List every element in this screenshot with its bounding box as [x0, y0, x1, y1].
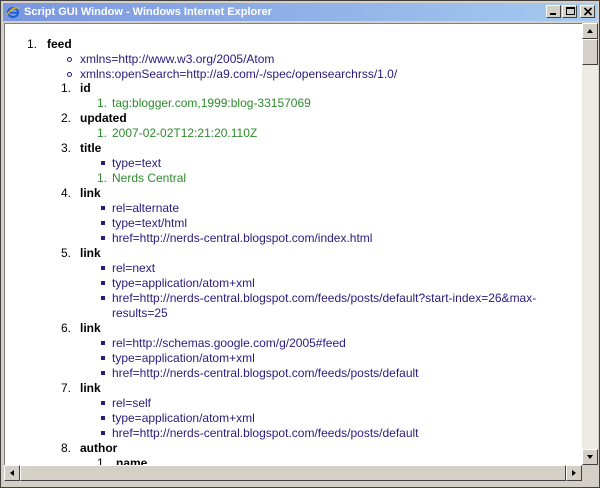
square-bullet-icon [101, 416, 105, 420]
element-name: author [80, 441, 118, 455]
horizontal-scroll-thumb[interactable] [20, 465, 566, 481]
title-bar[interactable]: Script GUI Window - Windows Internet Exp… [3, 3, 597, 21]
attribute: rel=http://schemas.google.com/g/2005#fee… [112, 336, 346, 350]
close-icon [583, 7, 593, 16]
list-number: 1. [96, 126, 107, 140]
attribute: type=application/atom+xml [112, 276, 255, 290]
square-bullet-icon [101, 401, 105, 405]
square-bullet-icon [101, 296, 105, 300]
attribute: type=application/atom+xml [112, 411, 255, 425]
list-number: 5. [60, 246, 71, 260]
vertical-scroll-thumb[interactable] [582, 39, 598, 65]
element-name: feed [47, 37, 72, 51]
text-value: 2007-02-02T12:21:20.110Z [112, 126, 258, 140]
attribute: rel=self [112, 396, 152, 410]
element-name: link [80, 246, 101, 260]
attribute: xmlns=http://www.w3.org/2005/Atom [80, 52, 275, 66]
element-name: link [80, 186, 101, 200]
element-name: link [80, 321, 101, 335]
attribute: xmlns:openSearch=http://a9.com/-/spec/op… [80, 67, 398, 81]
attribute: href=http://nerds-central.blogspot.com/i… [112, 231, 373, 245]
list-number: 4. [60, 186, 71, 200]
square-bullet-icon [101, 371, 105, 375]
scrollbar-corner [582, 465, 598, 481]
attribute: href=http://nerds-central.blogspot.com/f… [112, 366, 419, 380]
scroll-right-button[interactable] [566, 465, 582, 481]
attribute: href=http://nerds-central.blogspot.com/f… [112, 291, 537, 305]
list-number: 6. [60, 321, 71, 335]
attribute: href=http://nerds-central.blogspot.com/f… [112, 426, 419, 440]
ie-icon [6, 5, 20, 19]
list-number: 1. [96, 456, 107, 465]
horizontal-scrollbar[interactable] [4, 465, 582, 481]
list-number: 8. [60, 441, 71, 455]
scroll-left-button[interactable] [4, 465, 20, 481]
maximize-button[interactable] [562, 5, 577, 18]
square-bullet-icon [101, 221, 105, 225]
minimize-icon [550, 13, 556, 15]
element-name: updated [80, 111, 127, 125]
text-value: tag:blogger.com,1999:blog-33157069 [112, 96, 311, 110]
arrow-right-icon [572, 470, 576, 476]
window-title: Script GUI Window - Windows Internet Exp… [24, 6, 272, 18]
attribute: type=text/html [112, 216, 188, 230]
square-bullet-icon [101, 161, 105, 165]
close-button[interactable] [580, 5, 595, 18]
browser-window: Script GUI Window - Windows Internet Exp… [0, 0, 600, 488]
circle-bullet-icon [67, 57, 72, 62]
attribute: rel=next [112, 261, 156, 275]
square-bullet-icon [101, 341, 105, 345]
list-number: 1. [26, 37, 37, 51]
square-bullet-icon [101, 281, 105, 285]
square-bullet-icon [101, 236, 105, 240]
vertical-scrollbar[interactable] [582, 23, 598, 465]
list-number: 7. [60, 381, 71, 395]
arrow-left-icon [10, 470, 14, 476]
attribute: rel=alternate [112, 201, 180, 215]
list-number: 3. [60, 141, 71, 155]
circle-bullet-icon [67, 72, 72, 77]
list-number: 2. [60, 111, 71, 125]
attribute: type=text [112, 156, 162, 170]
square-bullet-icon [101, 431, 105, 435]
attribute: type=application/atom+xml [112, 351, 255, 365]
element-name: link [80, 381, 101, 395]
square-bullet-icon [101, 206, 105, 210]
scroll-up-button[interactable] [582, 23, 598, 39]
arrow-up-icon [587, 29, 593, 33]
element-name: title [80, 141, 102, 155]
element-name: name [116, 456, 148, 465]
document-view: 1. feed xmlns=http://www.w3.org/2005/Ato… [4, 23, 582, 465]
square-bullet-icon [101, 356, 105, 360]
list-number: 1. [60, 81, 71, 95]
minimize-button[interactable] [546, 5, 561, 18]
arrow-down-icon [587, 455, 593, 459]
list-number: 1. [96, 171, 107, 185]
text-value: Nerds Central [112, 171, 187, 185]
maximize-icon [566, 7, 575, 15]
element-name: id [80, 81, 91, 95]
attribute: results=25 [112, 306, 168, 320]
list-number: 1. [96, 96, 107, 110]
scroll-down-button[interactable] [582, 449, 598, 465]
square-bullet-icon [101, 266, 105, 270]
